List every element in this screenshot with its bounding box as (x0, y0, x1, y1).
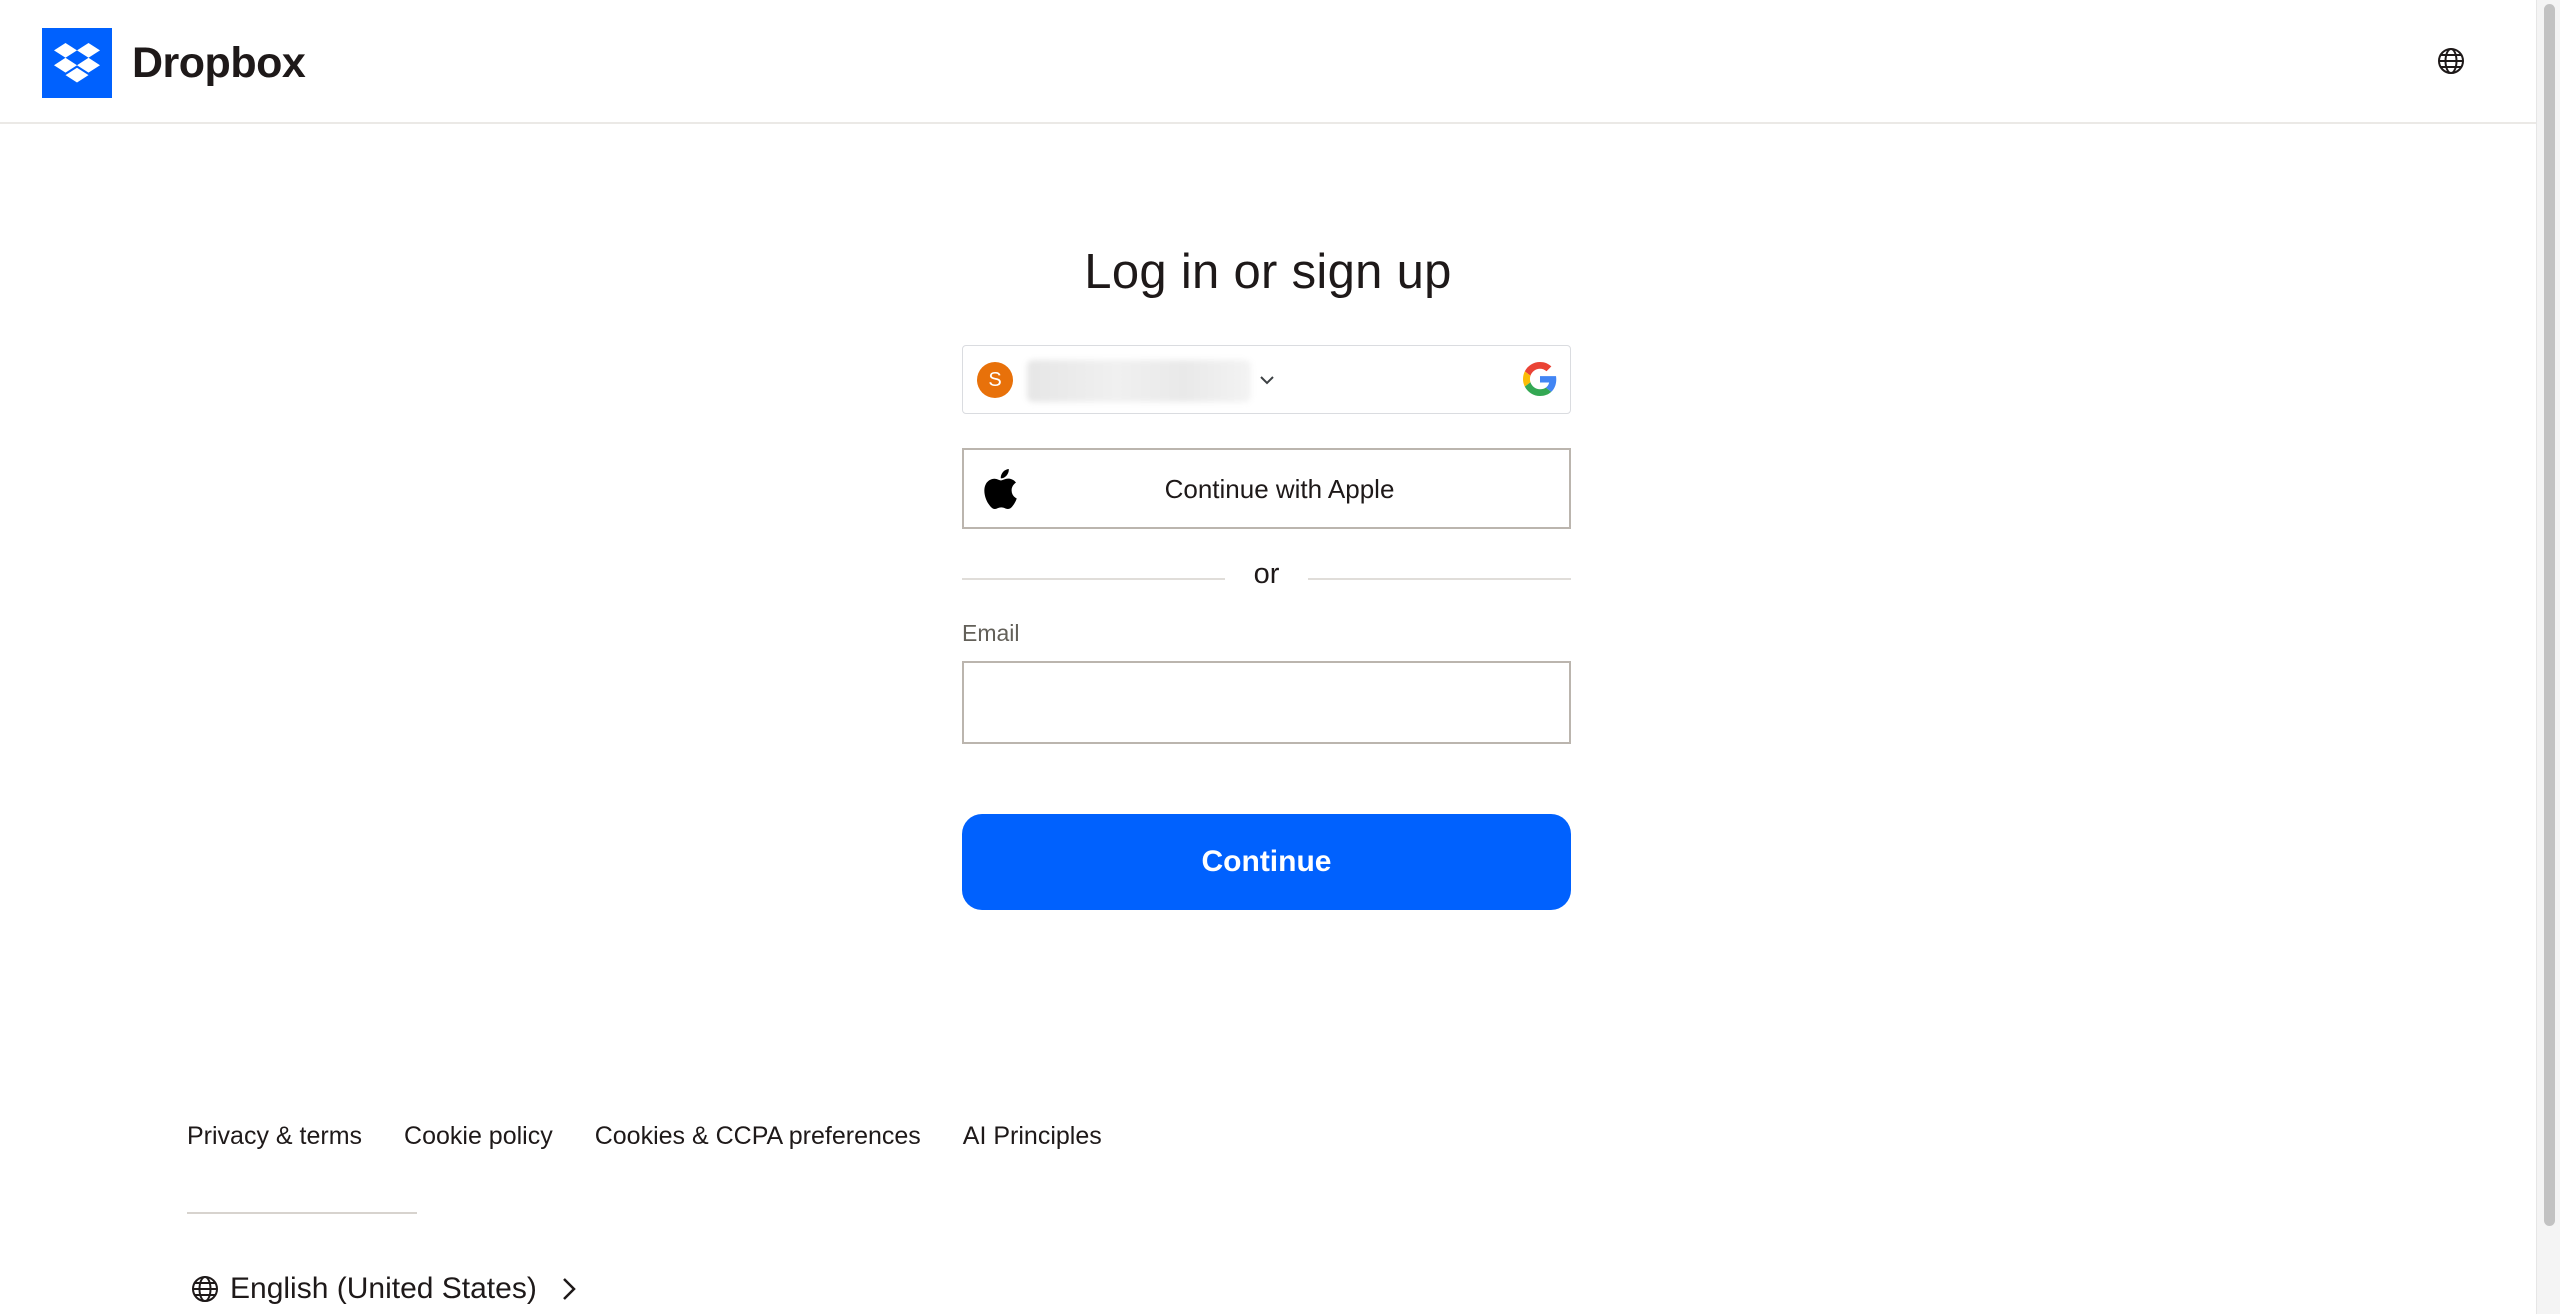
language-globe-button[interactable] (2434, 44, 2468, 78)
language-selector[interactable]: English (United States) (190, 1272, 577, 1306)
email-label: Email (962, 620, 1020, 646)
brand-name: Dropbox (132, 38, 306, 87)
chevron-down-icon[interactable] (1259, 374, 1275, 386)
login-page: Dropbox Log in or sign up S Continue wit… (0, 0, 2560, 1314)
privacy-terms-link[interactable]: Privacy & terms (187, 1122, 362, 1151)
cookie-policy-link[interactable]: Cookie policy (404, 1122, 553, 1151)
page-scrollbar[interactable] (2536, 0, 2560, 1314)
email-field[interactable] (962, 661, 1571, 744)
footer-links: Privacy & terms Cookie policy Cookies & … (187, 1122, 1144, 1151)
globe-icon (192, 1276, 218, 1302)
blurred-account-info (1027, 360, 1251, 402)
apple-button-label: Continue with Apple (1164, 474, 1395, 504)
globe-icon (2438, 48, 2464, 74)
dropbox-logo-link[interactable]: Dropbox (42, 28, 306, 98)
google-one-tap-account[interactable]: S (962, 345, 1571, 414)
scrollbar-thumb[interactable] (2544, 4, 2555, 1226)
ai-principles-link[interactable]: AI Principles (963, 1122, 1102, 1151)
dropbox-logo-icon (42, 28, 112, 98)
or-separator: or (1253, 558, 1280, 590)
continue-with-apple-button[interactable]: Continue with Apple (962, 448, 1571, 529)
page-title: Log in or sign up (1084, 245, 1452, 299)
language-label: English (United States) (230, 1272, 537, 1305)
continue-button[interactable]: Continue (962, 814, 1571, 910)
avatar: S (977, 362, 1013, 398)
top-header: Dropbox (0, 0, 2536, 124)
footer-divider (187, 1212, 417, 1214)
google-g-icon (1523, 362, 1557, 396)
chevron-right-icon (562, 1278, 576, 1300)
divider-left (962, 578, 1225, 580)
cookies-ccpa-preferences-link[interactable]: Cookies & CCPA preferences (595, 1122, 921, 1151)
divider-right (1308, 578, 1571, 580)
